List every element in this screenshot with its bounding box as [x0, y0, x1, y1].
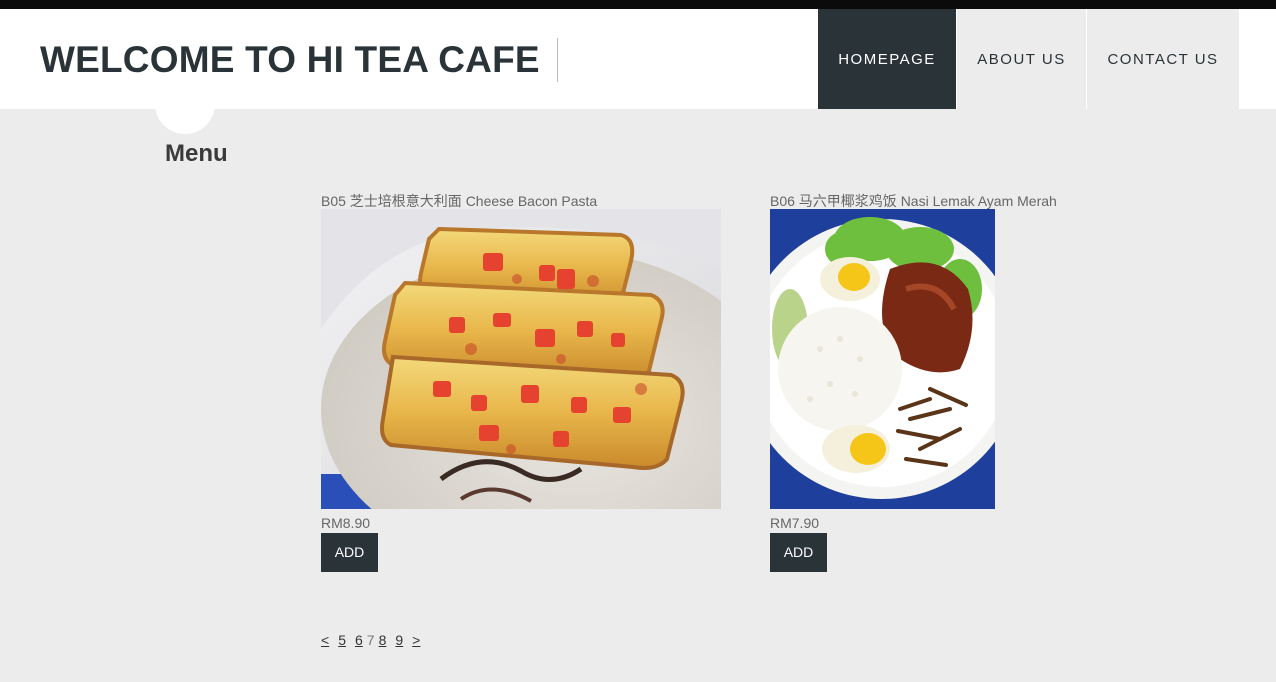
pagination: < 5 6 7 8 9 >: [321, 632, 420, 648]
item-price: RM7.90: [770, 515, 820, 531]
nav-homepage[interactable]: HOMEPAGE: [818, 9, 956, 109]
pagination-page-8[interactable]: 8: [379, 632, 387, 648]
nav-about-us[interactable]: ABOUT US: [956, 9, 1086, 109]
main-nav: HOMEPAGE ABOUT US CONTACT US: [818, 9, 1239, 109]
cheese-bacon-pasta-photo: [321, 209, 721, 509]
header-notch-decoration: [155, 74, 215, 134]
title-divider: [557, 38, 558, 82]
pagination-page-9[interactable]: 9: [395, 632, 403, 648]
item-name: B05 芝士培根意大利面 Cheese Bacon Pasta: [321, 193, 598, 209]
pagination-page-5[interactable]: 5: [338, 632, 346, 648]
pagination-page-6[interactable]: 6: [355, 632, 363, 648]
menu-heading: Menu: [165, 140, 228, 167]
pagination-prev[interactable]: <: [321, 632, 329, 648]
add-to-cart-button[interactable]: ADD: [321, 533, 378, 572]
item-name: B06 马六甲椰浆鸡饭 Nasi Lemak Ayam Merah: [770, 193, 1057, 209]
site-title: WELCOME TO HI TEA CAFE: [40, 39, 540, 80]
item-price: RM8.90: [321, 515, 371, 531]
pagination-next[interactable]: >: [412, 632, 420, 648]
top-bar: [0, 0, 1276, 9]
add-to-cart-button[interactable]: ADD: [770, 533, 827, 572]
nasi-lemak-ayam-merah-photo: [770, 209, 995, 509]
menu-item-b06: B06 马六甲椰浆鸡饭 Nasi Lemak Ayam Merah RM7.90…: [770, 191, 1057, 572]
nav-contact-us[interactable]: CONTACT US: [1086, 9, 1239, 109]
pagination-current-page: 7: [366, 632, 375, 648]
menu-item-b05: B05 芝士培根意大利面 Cheese Bacon Pasta RM8.90 A…: [321, 191, 721, 572]
